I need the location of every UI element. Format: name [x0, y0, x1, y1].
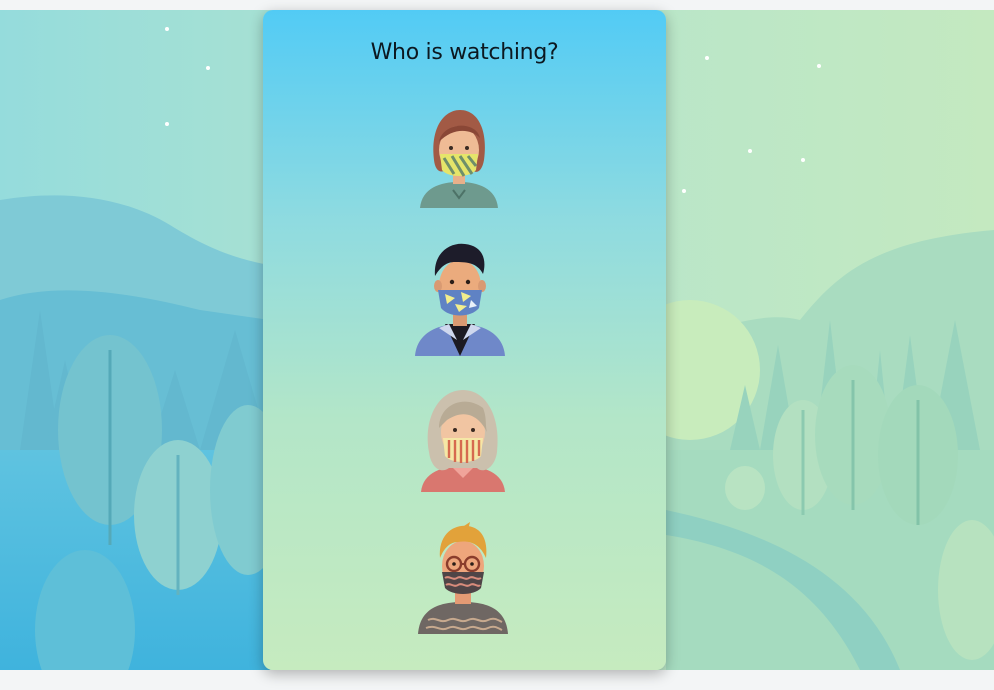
- page-title: Who is watching?: [370, 40, 559, 65]
- profile-avatar-1[interactable]: [420, 108, 498, 208]
- avatar-man-glasses-wavy-mask-icon: [418, 522, 508, 634]
- profile-avatar-3[interactable]: [421, 388, 505, 492]
- avatar-elderly-woman-striped-mask-icon: [421, 390, 505, 492]
- avatar-woman-brown-hair-striped-mask-icon: [420, 110, 498, 208]
- profile-selection-panel: Who is watching?: [263, 10, 666, 670]
- profile-avatar-4[interactable]: [418, 522, 508, 634]
- avatar-man-dark-hair-triangle-mask-icon: [415, 243, 505, 356]
- profile-avatar-2[interactable]: [415, 240, 505, 356]
